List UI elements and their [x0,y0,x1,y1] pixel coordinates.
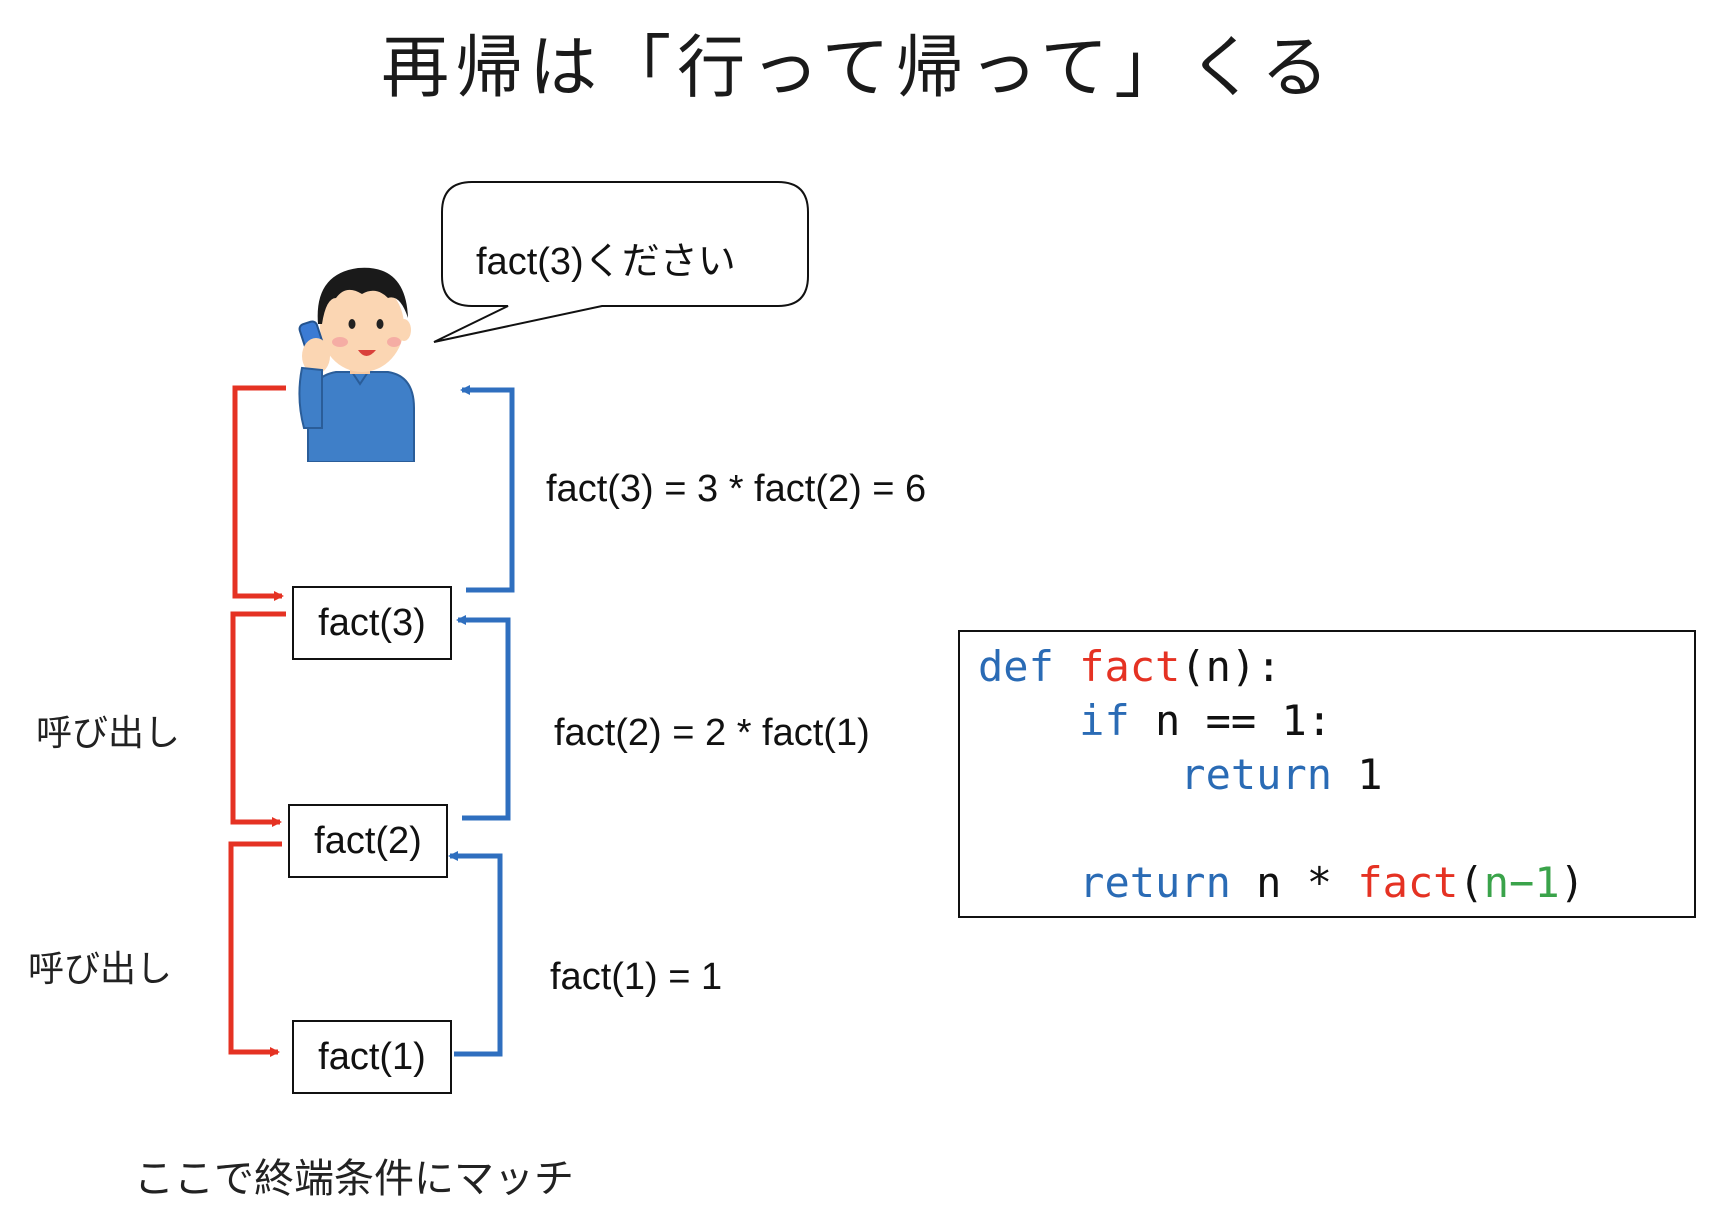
speech-bubble-text: fact(3)ください [476,241,736,283]
call-box-fact2: fact(2) [288,804,448,878]
call-box-fact3: fact(3) [292,586,452,660]
code-text-fragment: n * [1230,858,1358,907]
base-case-note: ここで終端条件にマッチ [134,1156,574,1202]
code-text-fragment: 1 [1332,750,1383,799]
call-box-label: fact(3) [318,601,426,644]
call-box-label: fact(1) [318,1035,426,1078]
code-text-fragment: ) [1559,858,1585,907]
code-keyword-return: return [1079,858,1231,907]
code-argument: n−1 [1483,858,1560,907]
code-function-name: fact [1079,642,1181,691]
code-keyword-if: if [1079,696,1130,745]
arrows-layer [228,385,515,1057]
call-label: 呼び出し [28,949,173,990]
code-function-name: fact [1357,858,1459,907]
code-keyword-return: return [1180,750,1333,799]
code-block: def fact(n): if n == 1: return 1 return … [958,630,1696,918]
code-keyword-def: def [978,642,1054,691]
call-arrow-fact2-to-fact1 [228,841,282,1057]
code-text-fragment: (n): [1180,642,1282,691]
return-arrow-fact1-to-fact2 [448,851,503,1057]
call-label: 呼び出し [36,713,181,754]
return-arrow-fact2-to-fact3 [456,615,511,821]
return-label-fact3: fact(3) = 3 * fact(2) = 6 [546,468,927,510]
return-arrow-fact3-to-person [460,385,515,593]
call-box-label: fact(2) [314,819,422,862]
person-on-phone-icon [298,267,415,462]
code-text: def fact(n): if n == 1: return 1 return … [978,640,1585,910]
return-label-fact1: fact(1) = 1 [550,956,723,998]
call-arrow-person-to-fact3 [232,385,286,601]
call-arrow-fact3-to-fact2 [230,611,286,827]
code-text-fragment: n == 1: [1129,696,1333,745]
return-label-fact2: fact(2) = 2 * fact(1) [554,712,870,754]
call-box-fact1: fact(1) [292,1020,452,1094]
code-text-fragment: ( [1458,858,1484,907]
